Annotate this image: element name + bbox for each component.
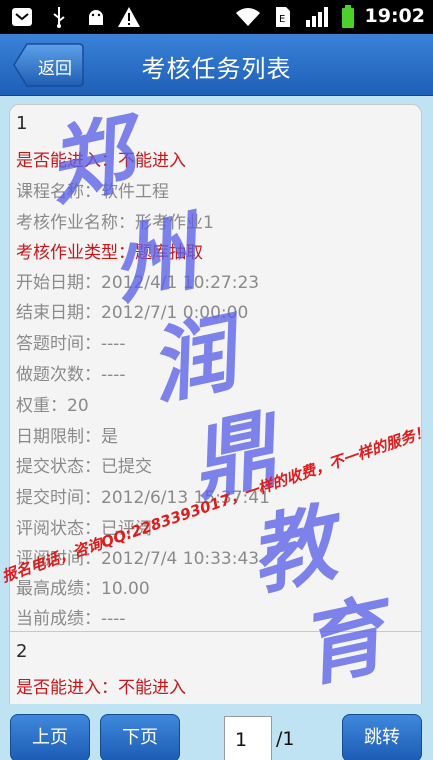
record-1-review-time: 评阅时间：2012/7/4 10:33:43 [16,549,260,569]
record-1-weight: 权重：20 [16,396,89,416]
status-time: 19:02 [364,5,425,27]
record-1-assignment-type: 考核作业类型：题库抽取 [16,243,203,263]
record-1-end-date: 结束日期：2012/7/1 0:00:00 [16,303,249,323]
battery-icon [340,5,356,28]
task-list[interactable]: 1 是否能进入：不能进入 课程名称：软件工程 考核作业名称：形考作业1 考核作业… [0,96,433,704]
next-page-button[interactable]: 下页 [100,714,180,760]
record-1-current-score: 当前成绩：---- [16,609,126,629]
status-bar: E 19:02 [0,0,433,34]
record-1-start-date: 开始日期：2012/4/1 10:27:23 [16,273,260,293]
wifi-icon [234,6,262,28]
warning-icon [116,6,142,28]
record-1-index: 1 [16,113,28,134]
record-1-assignment-name: 考核作业名称：形考作业1 [16,213,214,233]
record-2-index: 2 [16,641,28,662]
usb-icon [48,6,70,28]
title-bar: 返回 考核任务列表 [0,34,433,96]
record-1-attempts: 做题次数：---- [16,365,126,385]
record-2-can-enter: 是否能进入：不能进入 [16,678,186,698]
record-1-submit-time: 提交时间：2012/6/13 15:37:41 [16,488,270,508]
page-title: 考核任务列表 [141,55,292,83]
mail-icon [10,6,34,28]
sim-icon: E [274,6,292,28]
record-divider [10,631,421,632]
record-1-submit-status: 提交状态：已提交 [16,457,152,477]
record-1-highest-score: 最高成绩：10.00 [16,579,150,599]
pager-bar: 上页 下页 1 /1 跳转 [0,704,433,760]
record-1-course-name: 课程名称：软件工程 [16,182,169,202]
page-number-input[interactable]: 1 [224,716,272,760]
record-1-date-limit: 日期限制：是 [16,427,118,447]
signal-icon [304,6,330,28]
record-1-can-enter: 是否能进入：不能进入 [16,151,186,171]
task-list-card: 1 是否能进入：不能进入 课程名称：软件工程 考核作业名称：形考作业1 考核作业… [9,104,422,704]
svg-text:E: E [279,14,285,25]
android-debug-icon [84,6,108,28]
prev-page-button[interactable]: 上页 [10,714,90,760]
jump-button[interactable]: 跳转 [342,714,422,760]
record-1-answer-time: 答题时间：---- [16,334,126,354]
page-total: /1 [276,728,295,750]
record-1-review-status: 评阅状态：已评阅 [16,519,152,539]
